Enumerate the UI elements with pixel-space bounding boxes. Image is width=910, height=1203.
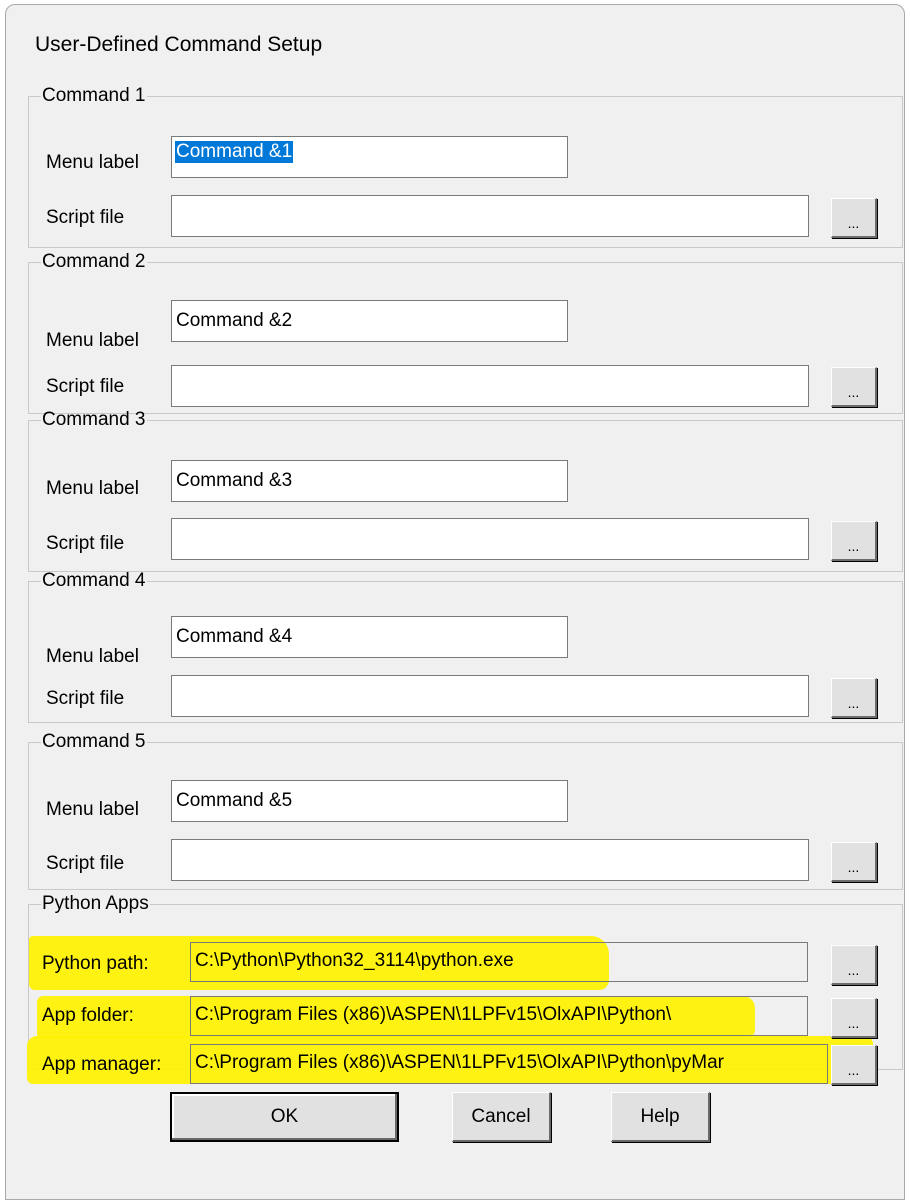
command-3-browse-button[interactable]: ... [831,521,877,561]
ok-button[interactable]: OK [170,1092,399,1142]
menu-label-label: Menu label [46,646,139,667]
command-5-menu-label-input[interactable] [171,780,568,822]
app-folder-label: App folder: [42,1005,134,1026]
command-4-group: Command 4 Menu label Script file ... [28,571,903,723]
command-3-script-file-input[interactable] [171,518,809,560]
script-file-label: Script file [46,533,125,554]
command-1-browse-button[interactable]: ... [831,198,877,238]
app-manager-value: C:\Program Files (x86)\ASPEN\1LPFv15\Olx… [195,1052,725,1073]
menu-label-label: Menu label [46,152,139,173]
help-button[interactable]: Help [611,1092,710,1142]
menu-label-label: Menu label [46,478,139,499]
app-manager-browse-button[interactable]: ... [831,1045,877,1085]
command-1-group: Command 1 Menu label Command &1 Script f… [28,86,903,248]
command-5-browse-button[interactable]: ... [831,842,877,882]
command-2-legend: Command 2 [42,251,146,272]
python-path-label: Python path: [42,953,149,974]
command-4-script-file-input[interactable] [171,675,809,717]
dialog-title: User-Defined Command Setup [35,33,323,56]
script-file-label: Script file [46,853,125,874]
command-2-menu-label-input[interactable] [171,300,568,342]
command-2-browse-button[interactable]: ... [831,367,877,407]
command-4-browse-button[interactable]: ... [831,678,877,718]
command-1-menu-label-input[interactable]: Command &1 [171,136,568,178]
command-4-menu-label-input[interactable] [171,616,568,658]
command-1-legend: Command 1 [42,85,146,106]
command-5-group: Command 5 Menu label Script file ... [28,732,903,890]
command-3-group: Command 3 Menu label Script file ... [28,410,903,572]
command-3-legend: Command 3 [42,409,146,430]
python-apps-group: Python Apps Python path: C:\Python\Pytho… [27,893,903,1085]
script-file-label: Script file [46,688,125,709]
command-2-group: Command 2 Menu label Script file ... [28,252,903,414]
command-4-legend: Command 4 [42,570,146,591]
python-path-input[interactable]: C:\Python\Python32_3114\python.exe [190,942,808,982]
menu-label-label: Menu label [46,330,139,351]
command-1-menu-label-value: Command &1 [175,141,294,163]
command-5-legend: Command 5 [42,731,146,752]
script-file-label: Script file [46,376,125,397]
app-folder-browse-button[interactable]: ... [831,998,877,1038]
command-2-script-file-input[interactable] [171,365,809,407]
app-manager-input[interactable]: C:\Program Files (x86)\ASPEN\1LPFv15\Olx… [190,1044,828,1084]
python-path-value: C:\Python\Python32_3114\python.exe [195,950,514,971]
command-1-script-file-input[interactable] [171,195,809,237]
app-manager-label: App manager: [42,1054,162,1075]
app-folder-value: C:\Program Files (x86)\ASPEN\1LPFv15\Olx… [195,1004,672,1025]
menu-label-label: Menu label [46,799,139,820]
python-path-browse-button[interactable]: ... [831,945,877,985]
app-folder-input[interactable]: C:\Program Files (x86)\ASPEN\1LPFv15\Olx… [190,996,808,1036]
cancel-button[interactable]: Cancel [452,1092,551,1142]
script-file-label: Script file [46,207,125,228]
command-3-menu-label-input[interactable] [171,460,568,502]
python-apps-legend: Python Apps [42,893,149,914]
command-5-script-file-input[interactable] [171,839,809,881]
